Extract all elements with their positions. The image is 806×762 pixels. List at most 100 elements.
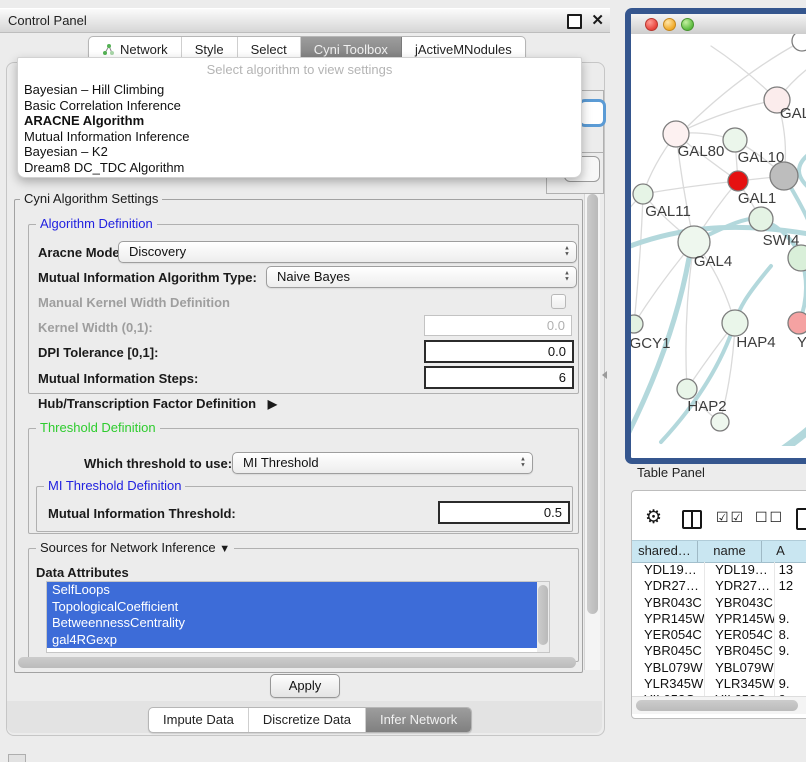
manual-kernel-label: Manual Kernel Width Definition: [38, 295, 230, 310]
tab-infer-network[interactable]: Infer Network: [366, 708, 471, 732]
tab-discretize-data[interactable]: Discretize Data: [249, 708, 366, 732]
table-row[interactable]: YBR043CYBR043C: [632, 595, 806, 611]
algorithm-option[interactable]: ARACNE Algorithm: [18, 113, 581, 129]
network-canvas[interactable]: GALGAL80GAL10GAL1GAL11SWI4GAL4GCY1HAP4YH…: [631, 34, 806, 446]
minimize-window-icon[interactable]: [663, 18, 676, 31]
which-threshold-combobox[interactable]: MI Threshold ▲▼: [232, 452, 533, 474]
minimized-panel-button[interactable]: [8, 754, 26, 762]
network-node-label: HAP4: [736, 334, 775, 351]
network-view[interactable]: GALGAL80GAL10GAL1GAL11SWI4GAL4GCY1HAP4YH…: [631, 34, 806, 446]
aracne-mode-combobox[interactable]: Discovery ▲▼: [118, 241, 577, 263]
hub-definition-toggle[interactable]: Hub/Transcription Factor Definition ▶: [38, 396, 277, 411]
network-node-label: GAL1: [738, 190, 776, 207]
mi-threshold-input[interactable]: 0.5: [438, 501, 570, 524]
algorithm-dropdown-prompt: Select algorithm to view settings: [18, 58, 581, 82]
network-edge[interactable]: [634, 194, 643, 324]
cell: [775, 660, 806, 676]
columns-icon[interactable]: [682, 510, 702, 529]
table-body: YDL19…YDL19…13 YDR27…YDR27…12 YBR043CYBR…: [632, 562, 806, 696]
mi-steps-input[interactable]: 6: [424, 366, 574, 389]
attribute-item[interactable]: SelfLoops: [47, 582, 540, 599]
close-window-icon[interactable]: [645, 18, 658, 31]
zoom-window-icon[interactable]: [681, 18, 694, 31]
table-row[interactable]: YDL19…YDL19…13: [632, 562, 806, 578]
algorithm-option[interactable]: Mutual Information Inference: [18, 129, 581, 145]
list-vertical-scrollbar[interactable]: [537, 582, 549, 652]
aracne-mode-label: Aracne Mode:: [38, 245, 124, 260]
network-edge[interactable]: [676, 100, 777, 134]
table-row[interactable]: YPR145WYPR145W9.: [632, 611, 806, 627]
network-node[interactable]: [792, 34, 806, 51]
mi-threshold-label: Mutual Information Threshold:: [48, 506, 236, 521]
close-panel-button[interactable]: ✕: [591, 11, 604, 30]
network-edge[interactable]: [799, 154, 806, 188]
column-header-name[interactable]: name: [698, 541, 762, 562]
list-scrollbar-thumb[interactable]: [538, 585, 548, 645]
network-node-label: GAL4: [694, 253, 732, 270]
tab-label: Discretize Data: [263, 712, 351, 727]
network-node[interactable]: [711, 413, 729, 431]
cell: 9.: [775, 611, 806, 627]
data-attributes-label: Data Attributes: [36, 565, 129, 580]
settings-scrollbar-thumb[interactable]: [587, 194, 598, 614]
tab-impute-data[interactable]: Impute Data: [149, 708, 249, 732]
dpi-tolerance-input[interactable]: 0.0: [424, 340, 574, 363]
gear-icon[interactable]: ⚙: [645, 508, 662, 527]
table-row[interactable]: YLR345WYLR345W9.: [632, 676, 806, 692]
settings-vertical-scrollbar[interactable]: [584, 192, 600, 670]
table-header-row[interactable]: shared… name A: [632, 540, 806, 563]
panel-splitter-handle[interactable]: [602, 371, 607, 379]
network-node[interactable]: [770, 162, 798, 190]
column-header-shared-name[interactable]: shared…: [632, 541, 698, 562]
deselect-all-checkboxes-icon[interactable]: ☐☐: [755, 509, 784, 526]
column-header-clipped[interactable]: A: [762, 541, 806, 562]
hscrollbar-thumb[interactable]: [18, 657, 576, 668]
manual-kernel-checkbox[interactable]: [551, 294, 566, 309]
attribute-item[interactable]: gal4RGexp: [47, 632, 540, 649]
algorithm-option[interactable]: Basic Correlation Inference: [18, 98, 581, 114]
algorithm-definition-title: Algorithm Definition: [36, 217, 157, 231]
apply-button[interactable]: Apply: [270, 674, 340, 698]
network-node[interactable]: [722, 310, 748, 336]
network-node[interactable]: [677, 379, 697, 399]
sources-toggle[interactable]: Sources for Network Inference ▼: [36, 541, 234, 556]
data-attributes-list[interactable]: SelfLoops TopologicalCoefficient Between…: [46, 581, 550, 653]
settings-horizontal-scrollbar[interactable]: [16, 655, 582, 671]
network-edge[interactable]: [643, 181, 738, 194]
columns-icon-divider: [691, 512, 693, 527]
attribute-item[interactable]: TopologicalCoefficient: [47, 599, 540, 616]
table-horizontal-scrollbar[interactable]: [632, 696, 806, 714]
table-row[interactable]: YER054CYER054C8.: [632, 627, 806, 643]
network-window-titlebar[interactable]: [631, 14, 806, 35]
stepper-arrows-icon: ▲▼: [564, 272, 570, 283]
table-row[interactable]: YBL079WYBL079W: [632, 660, 806, 676]
network-node-label: GCY1: [631, 335, 670, 352]
hub-definition-label: Hub/Transcription Factor Definition: [38, 396, 256, 411]
new-table-icon[interactable]: [796, 508, 806, 530]
expand-arrow-icon[interactable]: ▶: [268, 397, 277, 411]
algorithm-option[interactable]: Dream8 DC_TDC Algorithm: [18, 160, 581, 176]
network-node[interactable]: [788, 312, 806, 334]
float-panel-button[interactable]: [567, 14, 582, 29]
algorithm-option[interactable]: Bayesian – K2: [18, 144, 581, 160]
control-panel-titlebar: Control Panel ✕: [0, 8, 610, 33]
table-row[interactable]: YDR27…YDR27…12: [632, 578, 806, 594]
network-node[interactable]: [749, 207, 773, 231]
table-row[interactable]: YBR045CYBR045C9.: [632, 643, 806, 659]
table-hscrollbar-thumb[interactable]: [636, 700, 798, 711]
tab-label: Impute Data: [163, 712, 234, 727]
hidden-focused-combobox[interactable]: [578, 99, 606, 127]
network-node[interactable]: [728, 171, 748, 191]
attribute-item[interactable]: BetweennessCentrality: [47, 615, 540, 632]
algorithm-option[interactable]: Bayesian – Hill Climbing: [18, 82, 581, 98]
network-node[interactable]: [633, 184, 653, 204]
dpi-tolerance-label: DPI Tolerance [0,1]:: [38, 345, 158, 360]
cell: YDR27…: [632, 578, 705, 594]
kernel-width-input[interactable]: 0.0: [424, 315, 572, 336]
select-all-checkboxes-icon[interactable]: ☑☑: [716, 509, 745, 526]
collapse-arrow-icon[interactable]: ▼: [219, 543, 230, 555]
mi-algorithm-type-combobox[interactable]: Naive Bayes ▲▼: [266, 266, 577, 288]
network-edge[interactable]: [777, 428, 806, 446]
network-tab-icon: [102, 43, 115, 56]
network-node[interactable]: [631, 315, 643, 333]
